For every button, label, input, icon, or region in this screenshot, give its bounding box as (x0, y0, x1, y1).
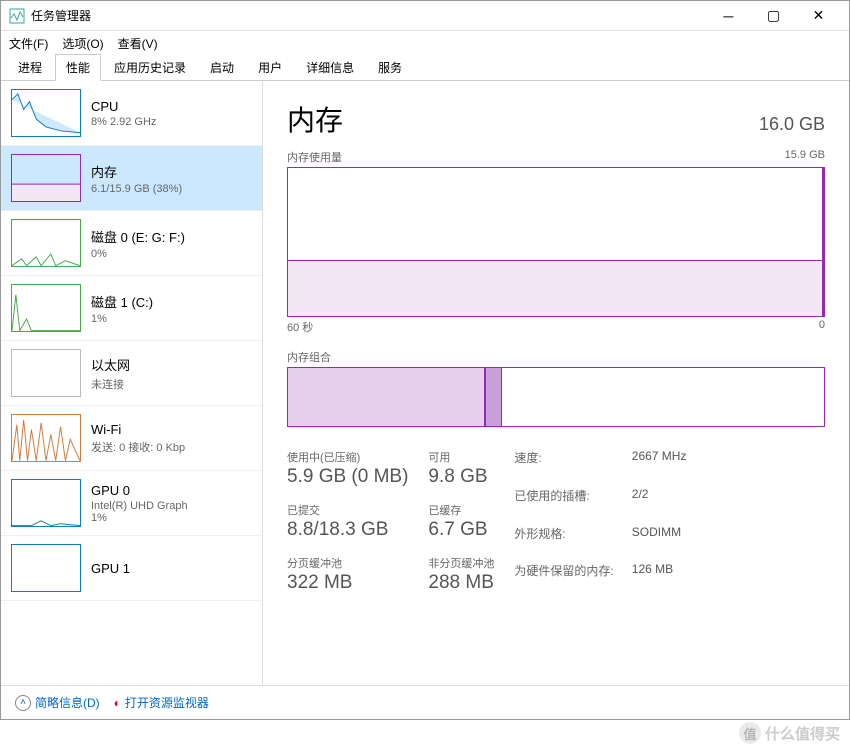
sidebar-item-gpu1[interactable]: GPU 1 (1, 536, 262, 601)
sidebar-sub: 发送: 0 接收: 0 Kbp (91, 439, 185, 455)
chevron-up-icon: ˄ (15, 695, 31, 711)
tabbar: 进程 性能 应用历史记录 启动 用户 详细信息 服务 (1, 55, 849, 81)
menu-file[interactable]: 文件(F) (9, 35, 48, 52)
sidebar-item-cpu[interactable]: CPU 8% 2.92 GHz (1, 81, 262, 146)
form-key: 外形规格: (514, 525, 613, 557)
axis-left: 60 秒 (287, 319, 313, 335)
axis-right: 0 (819, 319, 825, 335)
tab-details[interactable]: 详细信息 (295, 54, 365, 80)
memory-usage-chart (287, 167, 825, 317)
paged-label: 分页缓冲池 (287, 555, 408, 571)
cpu-thumb (11, 89, 81, 137)
task-manager-window: 任务管理器 ─ ▢ ✕ 文件(F) 选项(O) 查看(V) 进程 性能 应用历史… (0, 0, 850, 720)
sidebar-item-memory[interactable]: 内存 6.1/15.9 GB (38%) (1, 146, 262, 211)
tab-startup[interactable]: 启动 (199, 54, 245, 80)
resmon-label: 打开资源监视器 (125, 694, 209, 711)
slots-val: 2/2 (632, 487, 687, 519)
menu-options[interactable]: 选项(O) (62, 35, 103, 52)
reserved-val: 126 MB (632, 562, 687, 594)
watermark: 值 什么值得买 (739, 722, 840, 744)
gpu0-thumb (11, 479, 81, 527)
sidebar-sub: 6.1/15.9 GB (38%) (91, 183, 182, 195)
tab-users[interactable]: 用户 (247, 54, 293, 80)
sidebar-sub: 1% (91, 313, 153, 325)
memory-composition-bar (287, 367, 825, 427)
sidebar-label: 磁盘 1 (C:) (91, 292, 153, 311)
maximize-button[interactable]: ▢ (751, 1, 796, 31)
sidebar-item-ethernet[interactable]: 以太网未连接 (1, 341, 262, 406)
sidebar-sub: 0% (91, 248, 185, 260)
disk1-thumb (11, 284, 81, 332)
memory-total: 16.0 GB (759, 114, 825, 135)
stats-area: 使用中(已压缩)5.9 GB (0 MB) 已提交8.8/18.3 GB 分页缓… (287, 449, 825, 594)
reserved-key: 为硬件保留的内存: (514, 562, 613, 594)
perf-sidebar[interactable]: CPU 8% 2.92 GHz 内存 6.1/15.9 GB (38%) 磁盘 0 … (1, 81, 263, 685)
available-label: 可用 (428, 449, 494, 465)
sidebar-label: GPU 1 (91, 561, 130, 576)
in-use-value: 5.9 GB (0 MB) (287, 466, 408, 488)
tab-services[interactable]: 服务 (367, 54, 413, 80)
minimize-button[interactable]: ─ (706, 1, 751, 31)
app-icon (9, 8, 25, 24)
cached-value: 6.7 GB (428, 519, 494, 541)
resmon-icon: ◐ (114, 696, 121, 710)
sidebar-label: 内存 (91, 162, 182, 181)
sidebar-item-disk1[interactable]: 磁盘 1 (C:) 1% (1, 276, 262, 341)
open-resmon-link[interactable]: ◐ 打开资源监视器 (114, 694, 209, 711)
sidebar-sub: 未连接 (91, 376, 130, 392)
brief-label: 简略信息(D) (35, 694, 100, 711)
nonpaged-label: 非分页缓冲池 (428, 555, 494, 571)
close-button[interactable]: ✕ (796, 1, 841, 31)
available-value: 9.8 GB (428, 466, 494, 488)
chart-cursor (822, 168, 824, 316)
comp-in-use (288, 368, 486, 426)
cached-label: 已缓存 (428, 502, 494, 518)
slots-key: 已使用的插槽: (514, 487, 613, 519)
memory-thumb (11, 154, 81, 202)
form-val: SODIMM (632, 525, 687, 557)
nonpaged-value: 288 MB (428, 572, 494, 594)
memory-specs: 速度: 2667 MHz 已使用的插槽: 2/2 外形规格: SODIMM 为硬件保留… (514, 449, 686, 594)
sidebar-label: 以太网 (91, 355, 130, 374)
tab-processes[interactable]: 进程 (7, 54, 53, 80)
tab-performance[interactable]: 性能 (55, 54, 101, 81)
sidebar-label: GPU 0 (91, 483, 188, 498)
content-area: CPU 8% 2.92 GHz 内存 6.1/15.9 GB (38%) 磁盘 0 … (1, 81, 849, 685)
sidebar-sub: 8% 2.92 GHz (91, 116, 156, 128)
committed-value: 8.8/18.3 GB (287, 519, 408, 541)
menu-view[interactable]: 查看(V) (118, 35, 158, 52)
sidebar-item-wifi[interactable]: Wi-Fi 发送: 0 接收: 0 Kbp (1, 406, 262, 471)
in-use-label: 使用中(已压缩) (287, 449, 408, 465)
committed-label: 已提交 (287, 502, 408, 518)
comp-modified (486, 368, 502, 426)
wifi-thumb (11, 414, 81, 462)
window-title: 任务管理器 (31, 7, 706, 24)
menubar: 文件(F) 选项(O) 查看(V) (1, 31, 849, 55)
usage-max: 15.9 GB (785, 149, 825, 165)
usage-label: 内存使用量 (287, 149, 342, 165)
sidebar-label: CPU (91, 99, 156, 114)
watermark-icon: 值 (739, 722, 761, 744)
sidebar-item-gpu0[interactable]: GPU 0 Intel(R) UHD Graph 1% (1, 471, 262, 536)
watermark-text: 什么值得买 (765, 723, 840, 744)
speed-val: 2667 MHz (632, 449, 687, 481)
gpu1-thumb (11, 544, 81, 592)
sidebar-item-disk0[interactable]: 磁盘 0 (E: G: F:) 0% (1, 211, 262, 276)
titlebar[interactable]: 任务管理器 ─ ▢ ✕ (1, 1, 849, 31)
brief-info-toggle[interactable]: ˄ 简略信息(D) (15, 694, 100, 711)
sidebar-sub: Intel(R) UHD Graph 1% (91, 500, 188, 524)
paged-value: 322 MB (287, 572, 408, 594)
ethernet-thumb (11, 349, 81, 397)
disk0-thumb (11, 219, 81, 267)
speed-key: 速度: (514, 449, 613, 481)
tab-app-history[interactable]: 应用历史记录 (103, 54, 197, 80)
detail-panel: 内存 16.0 GB 内存使用量 15.9 GB 60 秒 0 内存组合 (263, 81, 849, 685)
composition-label: 内存组合 (287, 349, 825, 365)
sidebar-label: Wi-Fi (91, 422, 185, 437)
sidebar-label: 磁盘 0 (E: G: F:) (91, 227, 185, 246)
footer: ˄ 简略信息(D) ◐ 打开资源监视器 (1, 685, 849, 719)
panel-title: 内存 (287, 99, 343, 139)
chart-fill (288, 260, 824, 316)
